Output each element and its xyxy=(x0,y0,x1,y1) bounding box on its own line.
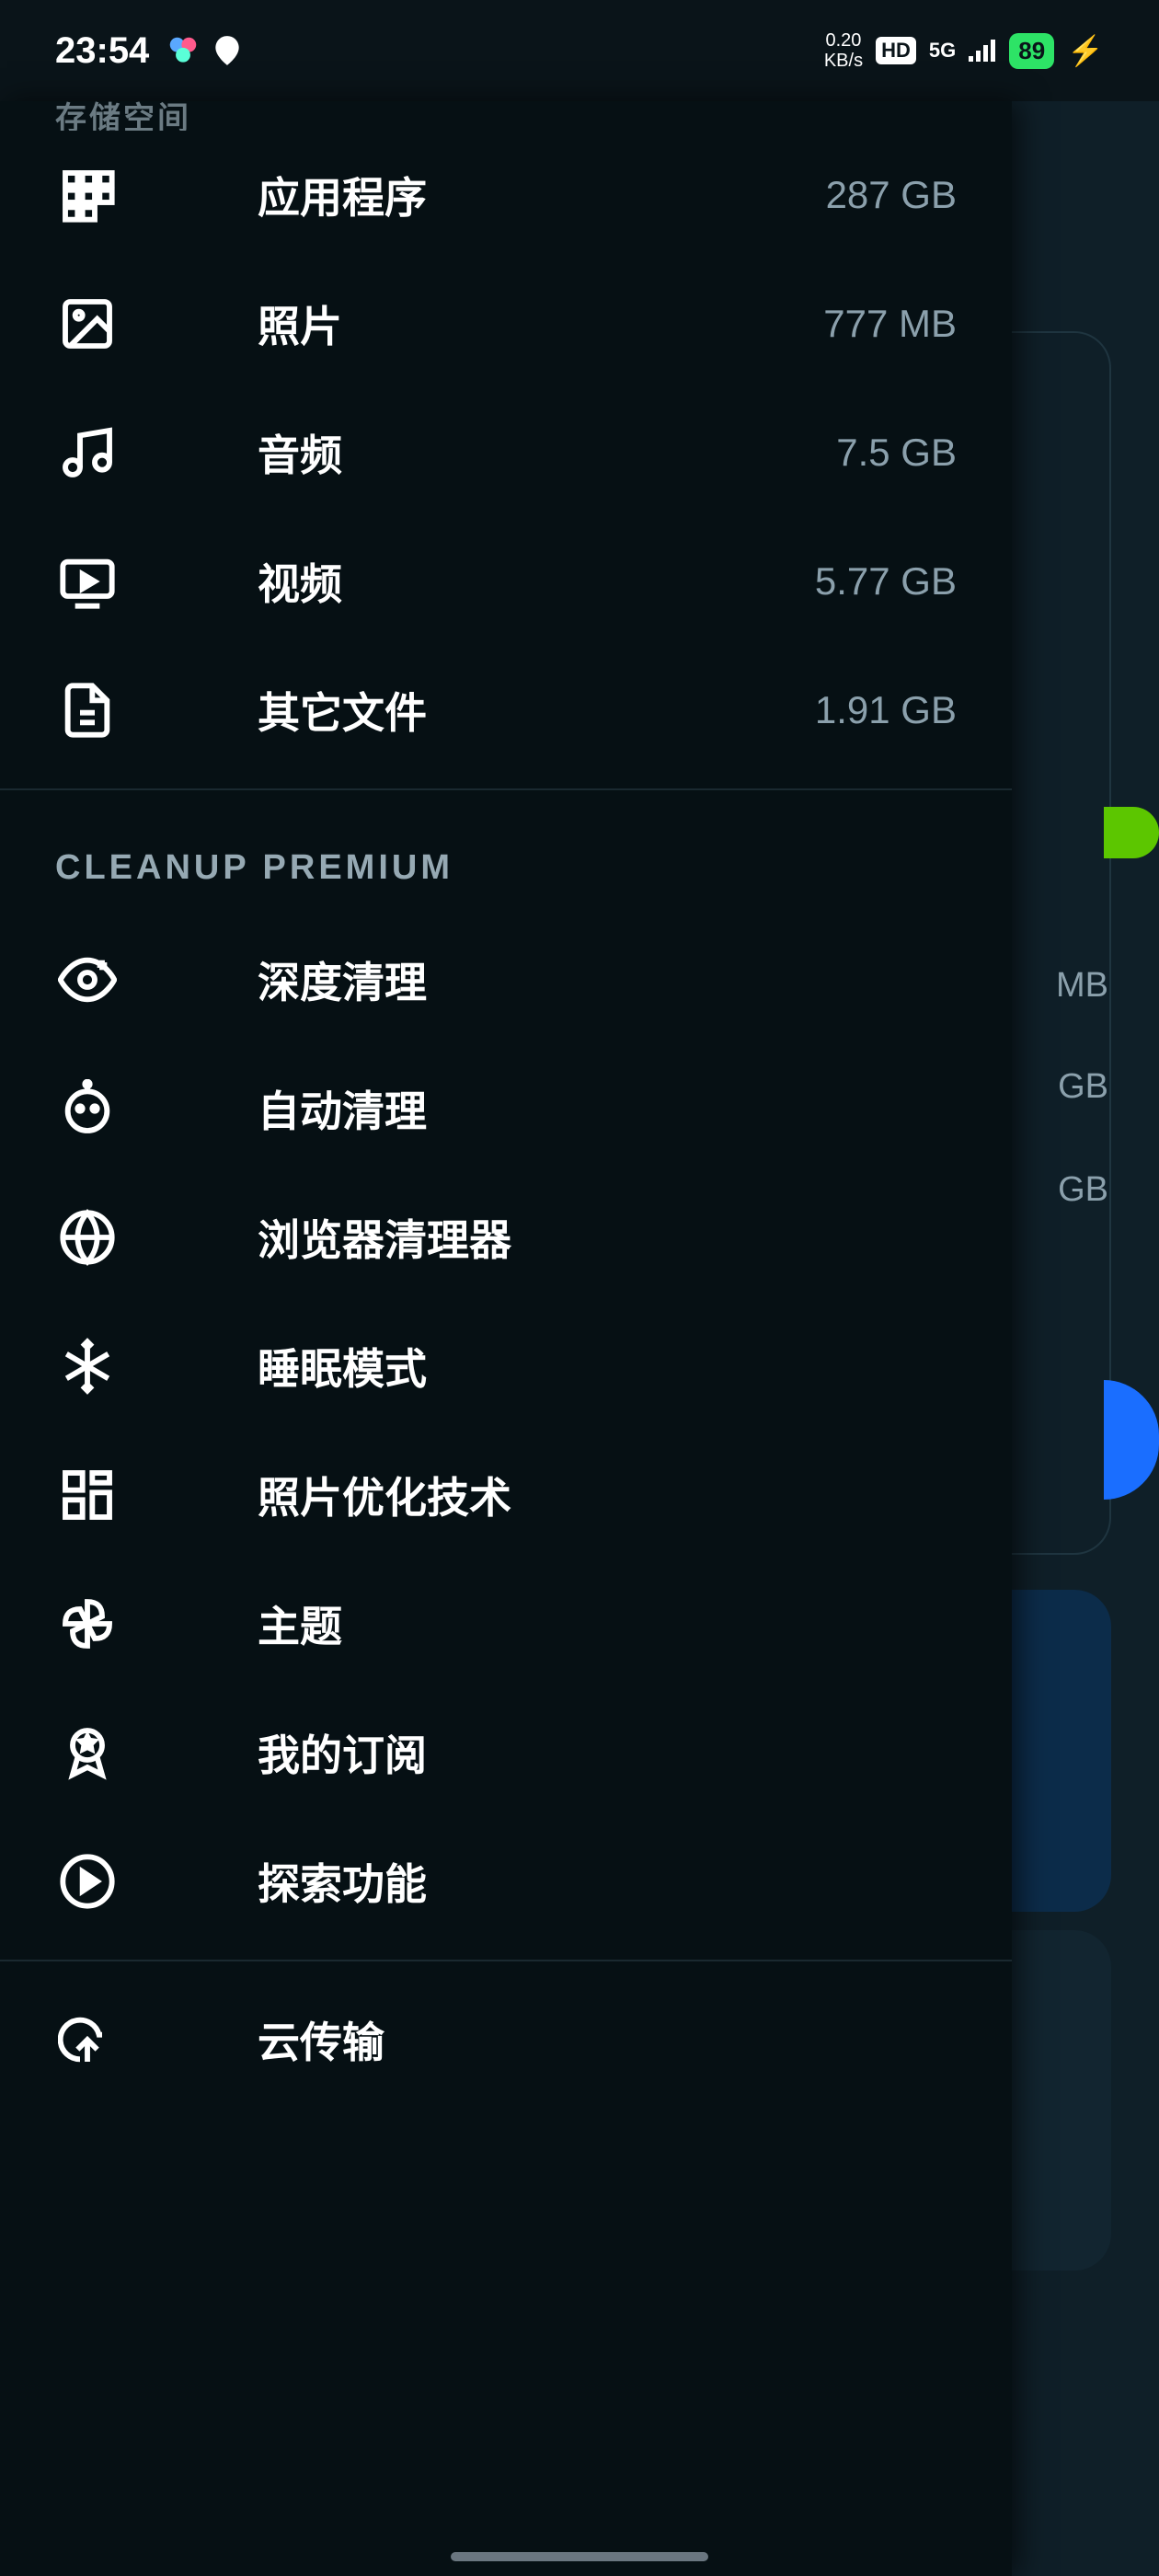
menu-value: 7.5 GB xyxy=(836,431,957,475)
storage-menu-list: 应用程序 287 GB 照片 777 MB 音频 7.5 GB 视频 5.77 … xyxy=(0,131,1012,775)
menu-label: 睡眠模式 xyxy=(258,1336,957,1397)
menu-label: 照片 xyxy=(258,293,823,354)
status-right: 0.20 KB/s HD 5G 89 ⚡ xyxy=(824,30,1104,71)
status-icons-left xyxy=(166,33,245,68)
menu-label: 探索功能 xyxy=(258,1851,957,1912)
signal-bars-icon xyxy=(969,31,996,70)
premium-menu-list: 深度清理 自动清理 浏览器清理器 睡眠模式 照片 xyxy=(0,915,1012,1946)
app-icon-2 xyxy=(210,33,245,68)
menu-item-cloud-transfer[interactable]: 云传输 xyxy=(0,1975,1012,2104)
status-bar: 23:54 0.20 KB/s HD 5G 89 ⚡ xyxy=(0,0,1159,101)
menu-item-themes[interactable]: 主题 xyxy=(0,1559,1012,1688)
battery-indicator: 89 xyxy=(1009,33,1054,69)
navigation-drawer[interactable]: 存储空间 应用程序 287 GB 照片 777 MB 音频 7.5 GB xyxy=(0,101,1012,2576)
apps-icon xyxy=(55,163,120,227)
status-time: 23:54 xyxy=(55,30,149,72)
network-speed: 0.20 KB/s xyxy=(824,30,863,71)
peek-text-2: GB xyxy=(1058,1067,1108,1107)
peek-text-3: GB xyxy=(1058,1170,1108,1210)
audio-icon xyxy=(55,420,120,485)
robot-icon xyxy=(55,1076,120,1141)
menu-item-subscription[interactable]: 我的订阅 xyxy=(0,1688,1012,1817)
status-left: 23:54 xyxy=(55,30,245,72)
menu-value: 777 MB xyxy=(823,302,957,346)
menu-label: 照片优化技术 xyxy=(258,1465,957,1525)
menu-value: 1.91 GB xyxy=(815,688,957,732)
dashboard-icon xyxy=(55,1463,120,1527)
main-content-peek: MB GB GB xyxy=(998,101,1159,2576)
charging-icon: ⚡ xyxy=(1067,33,1104,68)
app-icon-1 xyxy=(166,33,201,68)
menu-value: 287 GB xyxy=(826,173,957,217)
menu-label: 深度清理 xyxy=(258,949,957,1010)
photo-icon xyxy=(55,292,120,356)
badge-icon xyxy=(55,1720,120,1785)
pinwheel-icon xyxy=(55,1592,120,1656)
menu-label: 视频 xyxy=(258,551,815,612)
eye-plus-icon xyxy=(55,948,120,1012)
hd-badge: HD xyxy=(876,37,916,64)
menu-label: 音频 xyxy=(258,422,836,483)
menu-item-video[interactable]: 视频 5.77 GB xyxy=(0,517,1012,646)
cloud-menu-list: 云传输 xyxy=(0,1975,1012,2104)
menu-label: 主题 xyxy=(258,1593,957,1654)
menu-item-other-files[interactable]: 其它文件 1.91 GB xyxy=(0,646,1012,775)
blue-button-peek[interactable] xyxy=(1104,1380,1159,1500)
menu-item-sleep-mode[interactable]: 睡眠模式 xyxy=(0,1302,1012,1431)
play-circle-icon xyxy=(55,1849,120,1914)
green-pill-peek xyxy=(1104,807,1159,858)
menu-item-explore[interactable]: 探索功能 xyxy=(0,1817,1012,1946)
menu-item-auto-clean[interactable]: 自动清理 xyxy=(0,1044,1012,1173)
menu-item-photos[interactable]: 照片 777 MB xyxy=(0,259,1012,388)
globe-icon xyxy=(55,1205,120,1270)
peek-text-1: MB xyxy=(1056,966,1108,1006)
menu-label: 浏览器清理器 xyxy=(258,1207,957,1268)
menu-label: 我的订阅 xyxy=(258,1722,957,1783)
menu-label: 应用程序 xyxy=(258,165,826,225)
cloud-upload-icon xyxy=(55,2007,120,2072)
video-icon xyxy=(55,549,120,614)
divider xyxy=(0,1960,1012,1961)
menu-item-apps[interactable]: 应用程序 287 GB xyxy=(0,131,1012,259)
divider xyxy=(0,788,1012,790)
menu-item-audio[interactable]: 音频 7.5 GB xyxy=(0,388,1012,517)
home-indicator[interactable] xyxy=(451,2552,708,2561)
file-icon xyxy=(55,678,120,742)
section-header-premium: CLEANUP PREMIUM xyxy=(0,804,1012,915)
menu-label: 自动清理 xyxy=(258,1078,957,1139)
menu-label: 其它文件 xyxy=(258,680,815,741)
menu-item-browser-cleaner[interactable]: 浏览器清理器 xyxy=(0,1173,1012,1302)
menu-item-photo-optimizer[interactable]: 照片优化技术 xyxy=(0,1431,1012,1559)
network-5g: 5G xyxy=(929,39,956,63)
menu-item-deep-clean[interactable]: 深度清理 xyxy=(0,915,1012,1044)
menu-label: 云传输 xyxy=(258,2009,957,2070)
menu-value: 5.77 GB xyxy=(815,559,957,604)
section-header-storage: 存储空间 xyxy=(0,92,1012,131)
snowflake-icon xyxy=(55,1334,120,1398)
